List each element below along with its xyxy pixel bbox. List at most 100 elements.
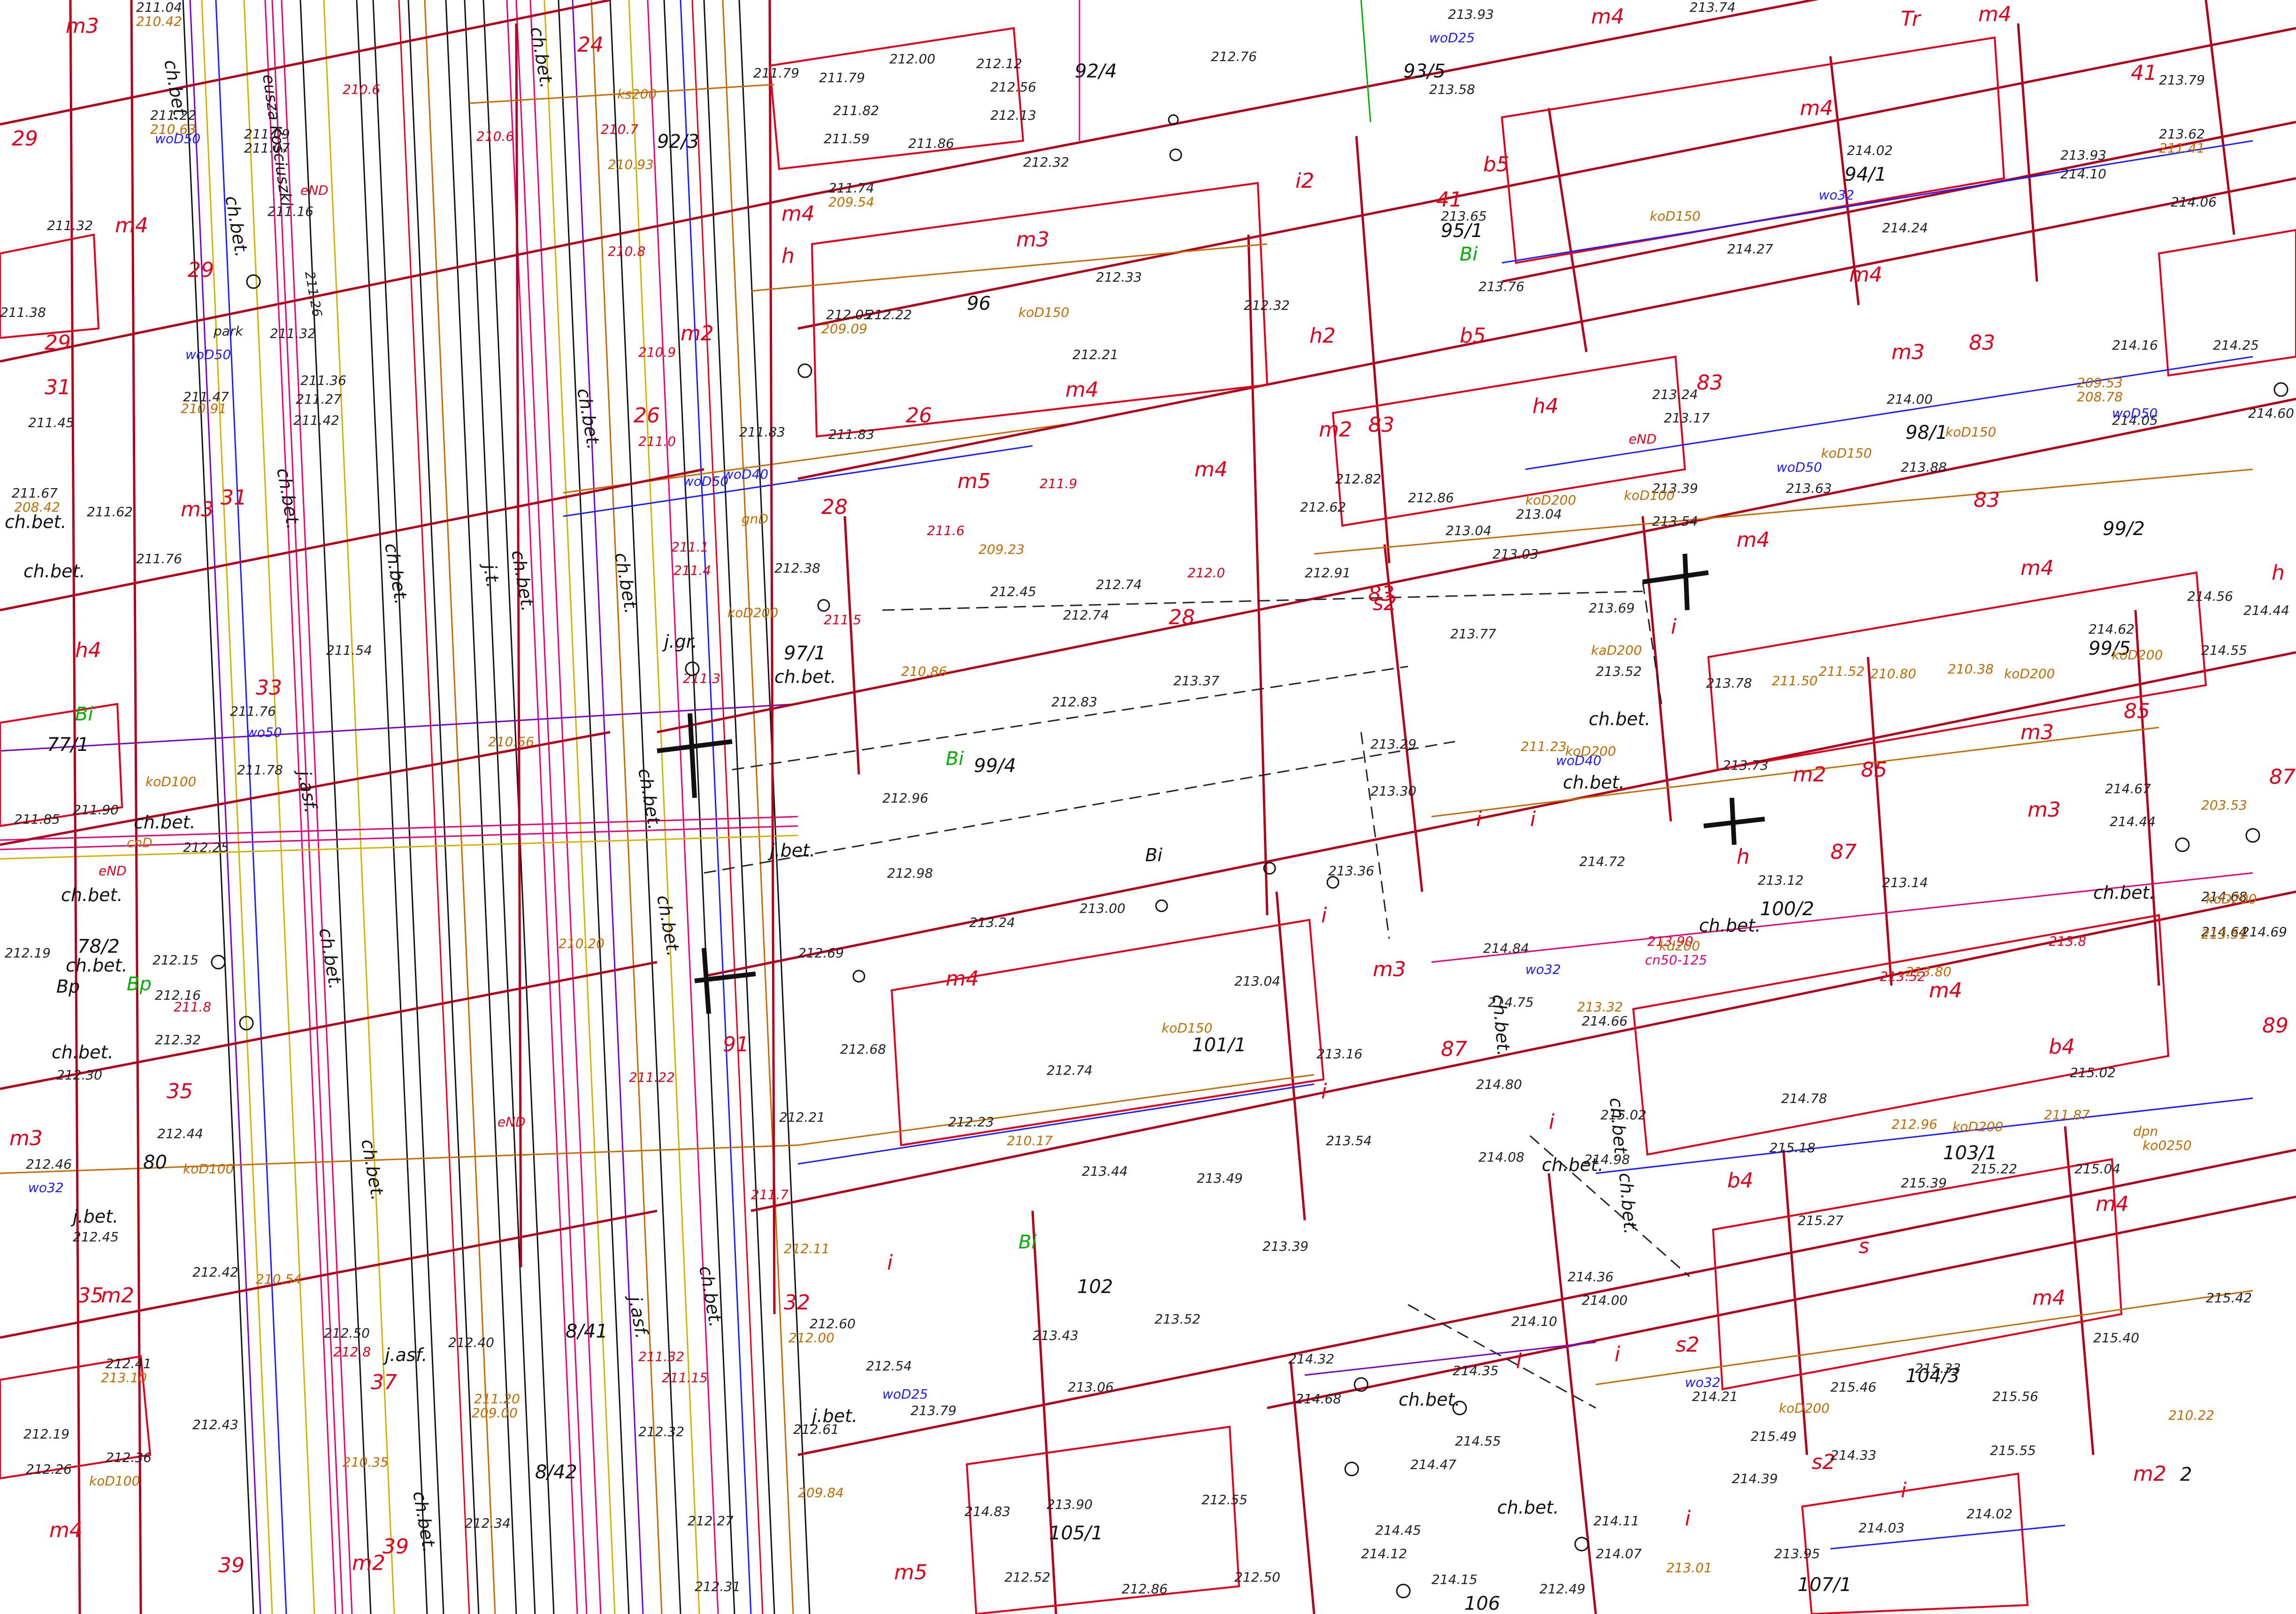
building-code: m4: [1978, 2, 2012, 26]
elevation: 213.93: [1448, 7, 1494, 22]
elevation: 211.82: [833, 103, 879, 118]
cadastral-map: eusza Kościuszki 92/4 93/5 92/3 94/1 95/…: [0, 0, 2296, 1614]
elevation: 213.03: [1492, 546, 1538, 562]
elevation: 211.74: [828, 180, 874, 196]
utility-label: wo32: [1685, 1375, 1721, 1390]
elevation: 212.74: [1047, 1063, 1093, 1078]
elevation: 214.68: [1295, 1391, 1341, 1407]
elevation: 214.98: [1584, 1152, 1630, 1167]
building-code: m4: [1591, 5, 1624, 29]
building-code: m4: [2020, 556, 2054, 580]
elevation: 212.91: [1305, 565, 1351, 581]
parcel-label: 100/2: [1760, 898, 1814, 920]
utility-label: wo32: [1819, 187, 1854, 203]
land-use-code: Bi: [75, 704, 93, 725]
elevation-bottom: 209.53: [2077, 375, 2123, 390]
utility-label: eND: [300, 183, 329, 198]
house-number: 41: [2131, 61, 2157, 85]
elevation: 212.40: [448, 1335, 494, 1350]
elevation: 212.83: [1051, 694, 1097, 710]
utility-label: eND: [1629, 431, 1657, 447]
house-number: 83: [1368, 582, 1394, 606]
elevation: 214.12: [1361, 1546, 1407, 1561]
parcel-label: 2: [2180, 1464, 2192, 1485]
building-code: m4: [1929, 979, 1962, 1002]
elevation: 214.24: [1882, 220, 1928, 236]
material-label: ch.bet.: [1699, 915, 1761, 936]
building-code: m4: [946, 967, 979, 991]
elevation: 214.84: [1483, 941, 1529, 956]
elevation: 213.00: [1079, 901, 1125, 916]
elevation: 212.21: [1072, 347, 1118, 362]
house-number: 83: [1974, 488, 2000, 512]
utility-label: koD100: [89, 1473, 140, 1489]
elevation: 212.33: [1096, 269, 1142, 285]
elevation: 212.41: [106, 1356, 152, 1371]
material-label: park: [213, 323, 244, 339]
elevation-bottom: 212.96: [1891, 1117, 1937, 1132]
elevation: 213.63: [1786, 481, 1832, 496]
house-number: 26: [634, 404, 660, 428]
elevation: 213.36: [1328, 863, 1374, 879]
elevation: 212.22: [866, 307, 912, 322]
building-code: i2: [1295, 169, 1314, 193]
elevation: 211.86: [908, 136, 954, 151]
material-label: ch.bet.: [134, 812, 196, 833]
level-label: 211.6: [927, 523, 964, 538]
elevation: 213.17: [1664, 410, 1710, 426]
material-label: ch.bet.: [61, 885, 123, 905]
level-label: 210.8: [608, 244, 645, 259]
building-code: m3: [1373, 957, 1406, 981]
building-code: s: [1859, 1234, 1869, 1258]
utility-label: woD50: [185, 347, 231, 362]
elevation: 213.88: [1901, 459, 1947, 475]
parcel-label: 92/4: [1075, 61, 1117, 82]
elevation: 213.24: [969, 915, 1015, 930]
elevation: 212.62: [1300, 499, 1346, 515]
elevation: 213.04: [1516, 506, 1562, 522]
building-code: i: [1901, 1478, 1907, 1502]
elevation-bottom: 208.78: [2077, 389, 2123, 405]
elevation-bottom: 210.80: [1870, 666, 1916, 681]
elevation: 212.12: [976, 56, 1022, 71]
elevation: 213.54: [1652, 513, 1698, 529]
elevation: 213.79: [2159, 72, 2205, 88]
utility-label: woD40: [1556, 753, 1601, 768]
elevation-bottom: 209.84: [798, 1485, 844, 1500]
utility-label: koD150: [1018, 305, 1069, 320]
utility-label: dpn: [2133, 1124, 2158, 1139]
elevation: 215.39: [1901, 1175, 1947, 1191]
elevation-bottom: 210.38: [1948, 661, 1994, 677]
parcel-label: 94/1: [1844, 164, 1887, 185]
elevation: 214.02: [1847, 143, 1893, 158]
level-label: 210.6: [476, 129, 514, 144]
building-code: h: [1737, 845, 1750, 869]
utility-label: cn50-125: [1645, 952, 1707, 968]
elevation: 214.15: [1431, 1572, 1477, 1587]
material-label: j.gr.: [662, 631, 697, 652]
house-number: 31: [45, 375, 71, 399]
elevation: 212.69: [798, 945, 844, 961]
utility-label: koD150: [1945, 424, 1996, 440]
building-code: m3: [1891, 340, 1925, 364]
building-code: b4: [2049, 1035, 2075, 1059]
level-label: 211.1: [671, 539, 709, 555]
elevation: 213.58: [1429, 82, 1475, 97]
elevation: 213.76: [1478, 279, 1524, 294]
utility-label: koD150: [1162, 1020, 1212, 1036]
elevation: 215.02: [1600, 1107, 1646, 1123]
house-number: 35: [167, 1079, 193, 1103]
elevation: 211.36: [300, 373, 346, 388]
house-number: 91: [723, 1033, 749, 1056]
elevation: 213.29: [1370, 736, 1416, 752]
elevation-bottom: 213.10: [101, 1370, 147, 1385]
building-code: m4: [2032, 1286, 2066, 1310]
parcel-label: 78/2: [77, 936, 120, 957]
elevation: 212.98: [887, 865, 933, 881]
elevation: 214.02: [1967, 1506, 2013, 1522]
elevation: 212.25: [183, 840, 229, 855]
elevation: 214.10: [1511, 1314, 1557, 1329]
elevation: 213.77: [1450, 626, 1496, 642]
elevation: 215.46: [1830, 1379, 1876, 1395]
elevation: 215.33: [1915, 1361, 1961, 1376]
